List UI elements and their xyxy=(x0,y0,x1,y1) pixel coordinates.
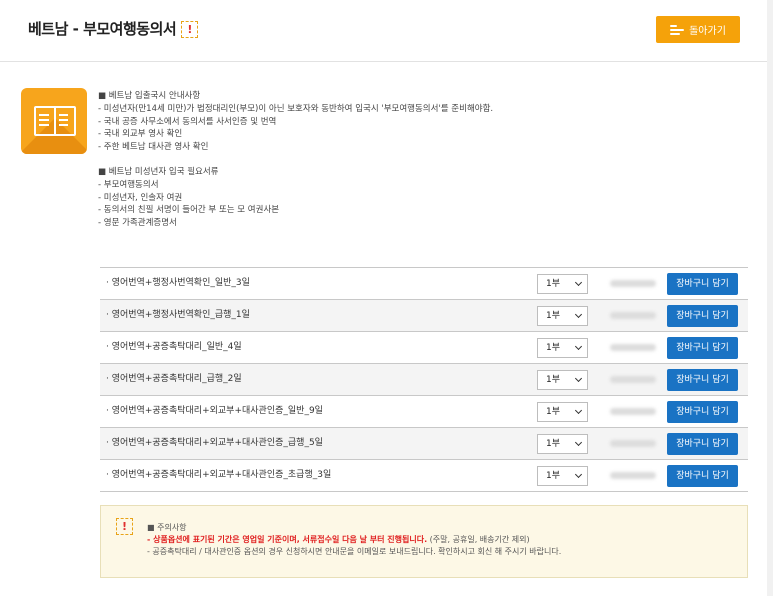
product-name: · 영어번역+행정사번역확인_급행_1일 xyxy=(106,310,250,320)
price-blurred xyxy=(600,312,656,320)
product-name: · 영어번역+공증촉탁대리_급행_2일 xyxy=(106,374,242,384)
notice-text: ■ 주의사항 - 상품옵션에 표기된 기간은 영업일 기준이며, 서류접수일 다… xyxy=(147,522,561,558)
quantity-select[interactable]: 1부 xyxy=(537,306,588,326)
info-line: ■ 베트남 입출국시 안내사항 xyxy=(98,91,201,101)
notice-title: ■ 주의사항 xyxy=(147,523,187,532)
info-line: - 영문 가족관계증명서 xyxy=(98,218,177,229)
page-title: 베트남 - 부모여행동의서! xyxy=(28,18,199,39)
info-line: - 미성년자, 인솔자 여권 xyxy=(98,192,183,203)
info-line: - 주한 베트남 대사관 영사 확인 xyxy=(98,142,209,153)
price-blurred xyxy=(600,408,656,416)
price-blurred xyxy=(600,472,656,480)
chevron-down-icon xyxy=(574,470,583,479)
back-button-label: 돌아가기 xyxy=(689,26,726,37)
add-to-cart-button[interactable]: 장바구니 담기 xyxy=(667,433,738,455)
info-line: - 부모여행동의서 xyxy=(98,179,159,190)
add-to-cart-button[interactable]: 장바구니 담기 xyxy=(667,337,738,359)
product-row: · 영어번역+행정사번역확인_일반_3일 1부 장바구니 담기 xyxy=(100,268,748,300)
chevron-down-icon xyxy=(574,278,583,287)
info-section: ■ 베트남 입출국시 안내사항 - 미성년자(만14세 미만)가 법정대리인(부… xyxy=(98,90,698,242)
price-blurred xyxy=(600,344,656,352)
info-line: - 미성년자(만14세 미만)가 법정대리인(부모)이 아닌 보호자와 동반하여… xyxy=(98,103,494,114)
info-line: - 국내 외교부 영사 확인 xyxy=(98,129,183,140)
warning-icon: ! xyxy=(116,518,133,535)
entry-guide-block: ■ 베트남 입출국시 안내사항 - 미성년자(만14세 미만)가 법정대리인(부… xyxy=(98,90,698,154)
scrollbar[interactable] xyxy=(767,0,773,596)
notice-line-1-highlight: - 상품옵션에 표기된 기간은 영업일 기준이며, 서류접수일 다음 날 부터 … xyxy=(147,535,428,544)
price-blurred xyxy=(600,376,656,384)
product-row: · 영어번역+공증촉탁대리+외교부+대사관인증_급행_5일 1부 장바구니 담기 xyxy=(100,428,748,460)
notice-box: ! ■ 주의사항 - 상품옵션에 표기된 기간은 영업일 기준이며, 서류접수일… xyxy=(100,505,748,578)
chevron-down-icon xyxy=(574,310,583,319)
quantity-select[interactable]: 1부 xyxy=(537,274,588,294)
chevron-down-icon xyxy=(574,406,583,415)
info-line: - 동의서의 친필 서명이 들어간 부 또는 모 여권사본 xyxy=(98,205,280,216)
chevron-down-icon xyxy=(574,374,583,383)
product-name: · 영어번역+공증촉탁대리+외교부+대사관인증_급행_5일 xyxy=(106,438,323,448)
product-list: · 영어번역+행정사번역확인_일반_3일 1부 장바구니 담기 · 영어번역+행… xyxy=(100,267,748,492)
notice-line-2: - 공증촉탁대리 / 대사관인증 옵션의 경우 신청하시면 안내문을 이메일로 … xyxy=(147,547,562,556)
add-to-cart-button[interactable]: 장바구니 담기 xyxy=(667,273,738,295)
add-to-cart-button[interactable]: 장바구니 담기 xyxy=(667,465,738,487)
product-row: · 영어번역+공증촉탁대리+외교부+대사관인증_일반_9일 1부 장바구니 담기 xyxy=(100,396,748,428)
add-to-cart-button[interactable]: 장바구니 담기 xyxy=(667,369,738,391)
notice-line-1-rest: (주말, 공휴일, 배송기간 제외) xyxy=(427,535,530,544)
page-header: 베트남 - 부모여행동의서! 돌아가기 xyxy=(0,0,773,62)
warning-icon: ! xyxy=(181,21,199,38)
page-title-text: 베트남 - 부모여행동의서 xyxy=(28,20,177,38)
document-icon xyxy=(21,88,87,154)
notice-line-1: - 상품옵션에 표기된 기간은 영업일 기준이며, 서류접수일 다음 날 부터 … xyxy=(147,534,561,546)
required-docs-block: ■ 베트남 미성년자 입국 필요서류 - 부모여행동의서 - 미성년자, 인솔자… xyxy=(98,166,698,230)
info-line: - 국내 공증 사무소에서 동의서를 사서인증 및 번역 xyxy=(98,116,277,127)
chevron-down-icon xyxy=(574,342,583,351)
quantity-select[interactable]: 1부 xyxy=(537,434,588,454)
product-name: · 영어번역+공증촉탁대리_일반_4일 xyxy=(106,342,242,352)
product-name: · 영어번역+행정사번역확인_일반_3일 xyxy=(106,278,250,288)
add-to-cart-button[interactable]: 장바구니 담기 xyxy=(667,401,738,423)
quantity-select[interactable]: 1부 xyxy=(537,338,588,358)
product-row: · 영어번역+공증촉탁대리_일반_4일 1부 장바구니 담기 xyxy=(100,332,748,364)
add-to-cart-button[interactable]: 장바구니 담기 xyxy=(667,305,738,327)
product-row: · 영어번역+공증촉탁대리_급행_2일 1부 장바구니 담기 xyxy=(100,364,748,396)
price-blurred xyxy=(600,280,656,288)
list-back-icon xyxy=(670,24,685,35)
product-name: · 영어번역+공증촉탁대리+외교부+대사관인증_일반_9일 xyxy=(106,406,323,416)
price-blurred xyxy=(600,440,656,448)
product-row: · 영어번역+행정사번역확인_급행_1일 1부 장바구니 담기 xyxy=(100,300,748,332)
quantity-select[interactable]: 1부 xyxy=(537,370,588,390)
back-button[interactable]: 돌아가기 xyxy=(656,16,740,43)
info-line: ■ 베트남 미성년자 입국 필요서류 xyxy=(98,166,219,177)
quantity-select[interactable]: 1부 xyxy=(537,466,588,486)
chevron-down-icon xyxy=(574,438,583,447)
product-name: · 영어번역+공증촉탁대리+외교부+대사관인증_초급행_3일 xyxy=(106,470,332,480)
quantity-select[interactable]: 1부 xyxy=(537,402,588,422)
product-row: · 영어번역+공증촉탁대리+외교부+대사관인증_초급행_3일 1부 장바구니 담… xyxy=(100,460,748,492)
